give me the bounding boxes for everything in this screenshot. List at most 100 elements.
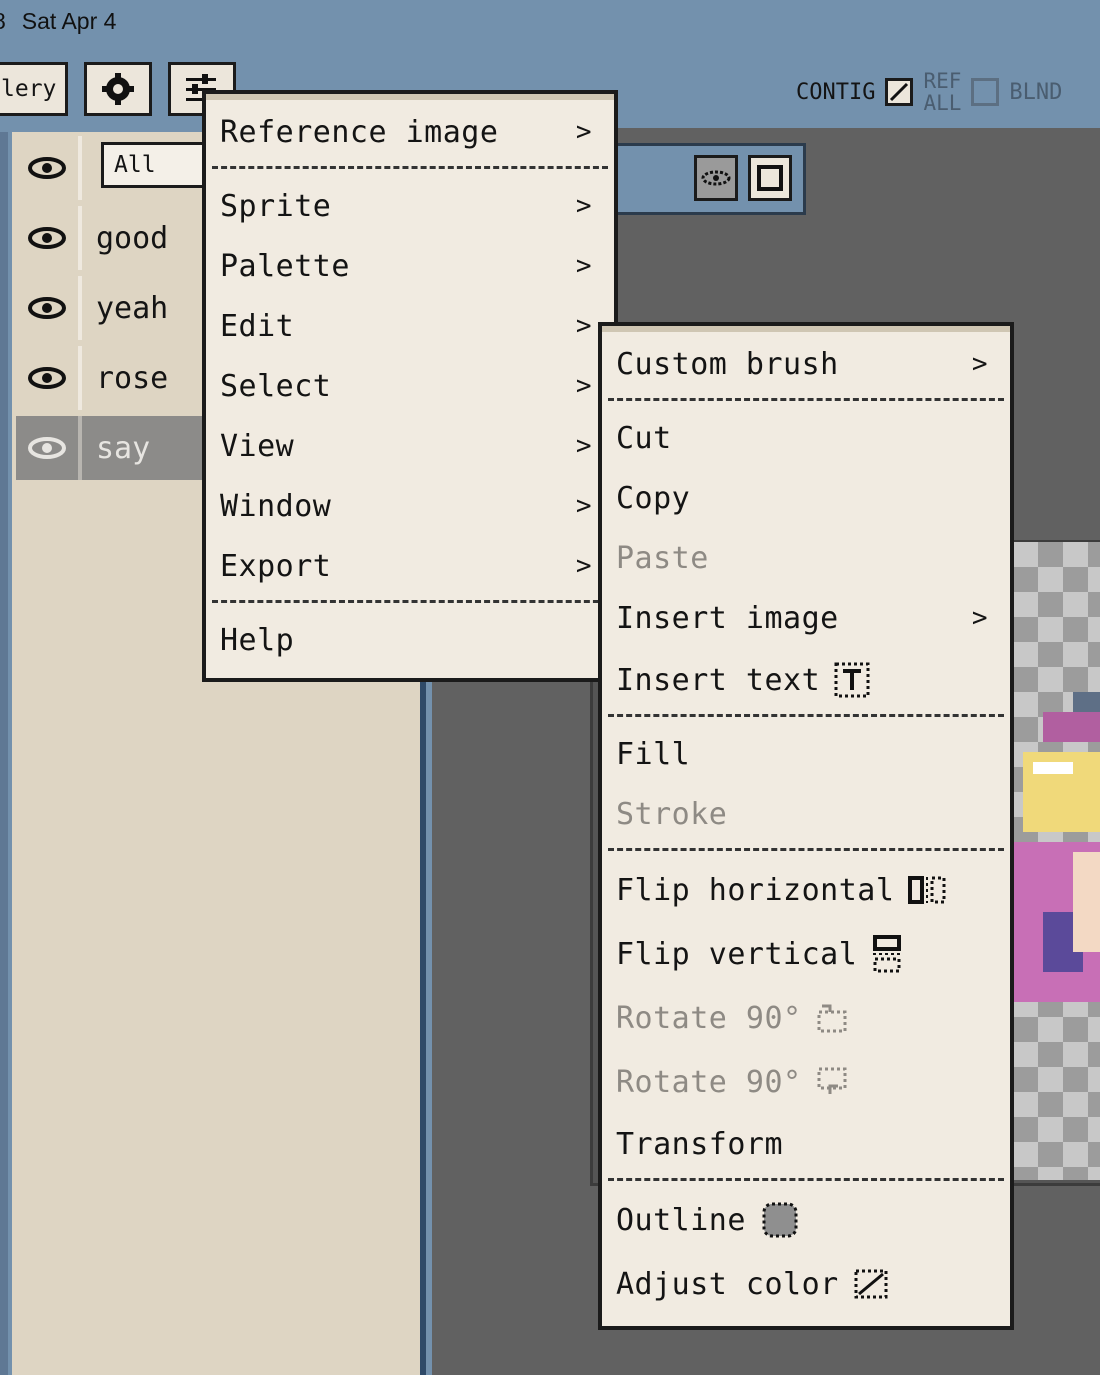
sprite-canvas[interactable] bbox=[1013, 542, 1100, 1180]
menu-item-label: Transform bbox=[616, 1126, 784, 1162]
chevron-right-icon: > bbox=[575, 251, 592, 281]
chevron-right-icon: > bbox=[971, 349, 988, 379]
ref-label: REF bbox=[923, 69, 962, 93]
menu-item-label: Export bbox=[220, 548, 332, 584]
menu-item-label: Select bbox=[220, 368, 332, 404]
menu-item-transform[interactable]: Transform bbox=[616, 1116, 996, 1172]
rotate-cw-icon bbox=[816, 1066, 848, 1098]
menu-item-label: Adjust color bbox=[616, 1266, 839, 1302]
menu-item-label: Insert text bbox=[616, 662, 821, 698]
layer-name: yeah bbox=[96, 290, 169, 326]
menu-item-cut[interactable]: Cut bbox=[616, 410, 996, 466]
adjust-color-icon bbox=[853, 1268, 889, 1300]
outline-icon bbox=[760, 1200, 800, 1240]
menu-item-rotate-cw: Rotate 90° bbox=[616, 1054, 996, 1110]
eye-icon[interactable] bbox=[16, 276, 82, 340]
eye-icon[interactable] bbox=[16, 206, 82, 270]
contig-checkbox[interactable] bbox=[885, 78, 914, 106]
chevron-right-icon: > bbox=[575, 117, 592, 147]
frame-toggle-button[interactable] bbox=[748, 155, 792, 201]
chevron-right-icon: > bbox=[575, 551, 592, 581]
menu-separator bbox=[608, 714, 1004, 717]
sprite-art-icon bbox=[1013, 692, 1100, 1002]
layer-row-rose[interactable]: rose bbox=[16, 346, 216, 410]
layer-row-yeah[interactable]: yeah bbox=[16, 276, 216, 340]
eye-icon[interactable] bbox=[16, 416, 82, 480]
menu-item-sprite[interactable]: Sprite > bbox=[220, 178, 600, 234]
edit-submenu: Custom brush > Cut Copy Paste Insert imag… bbox=[598, 322, 1014, 1330]
text-icon bbox=[834, 662, 870, 698]
menu-separator bbox=[608, 398, 1004, 401]
menu-item-help[interactable]: Help bbox=[220, 612, 600, 668]
square-icon bbox=[757, 165, 783, 191]
chevron-right-icon: > bbox=[575, 191, 592, 221]
chevron-right-icon: > bbox=[575, 311, 592, 341]
menu-separator bbox=[608, 1178, 1004, 1181]
menu-item-label: Flip horizontal bbox=[616, 872, 895, 908]
menu-separator bbox=[608, 848, 1004, 851]
menu-item-select[interactable]: Select > bbox=[220, 358, 600, 414]
menu-item-view[interactable]: View > bbox=[220, 418, 600, 474]
layer-name: say bbox=[96, 430, 151, 466]
menu-item-label: Rotate 90° bbox=[616, 1064, 802, 1100]
menu-item-label: Flip vertical bbox=[616, 936, 858, 972]
menu-item-window[interactable]: Window > bbox=[220, 478, 600, 534]
menu-item-label: Palette bbox=[220, 248, 350, 284]
preview-toolbar bbox=[612, 143, 806, 215]
contig-label: CONTIG bbox=[796, 79, 876, 105]
menu-item-outline[interactable]: Outline bbox=[616, 1192, 996, 1248]
menu-item-label: Fill bbox=[616, 736, 691, 772]
ref-all-checkbox[interactable] bbox=[971, 78, 1000, 106]
menu-item-adjust-color[interactable]: Adjust color bbox=[616, 1256, 996, 1312]
menu-item-fill[interactable]: Fill bbox=[616, 726, 996, 782]
menu-item-label: Paste bbox=[616, 540, 709, 576]
menu-item-label: Rotate 90° bbox=[616, 1000, 802, 1036]
chevron-right-icon: > bbox=[575, 491, 592, 521]
blnd-label: BLND bbox=[1009, 79, 1063, 105]
menu-item-custom-brush[interactable]: Custom brush > bbox=[616, 336, 996, 392]
settings-gear-button[interactable] bbox=[84, 62, 152, 116]
flip-horizontal-icon bbox=[908, 875, 946, 905]
menu-item-label: Sprite bbox=[220, 188, 332, 224]
menu-item-label: Custom brush bbox=[616, 346, 839, 382]
menu-item-export[interactable]: Export > bbox=[220, 538, 600, 594]
menu-separator bbox=[212, 166, 608, 169]
menu-item-label: Edit bbox=[220, 308, 295, 344]
status-date: Sat Apr 4 bbox=[21, 8, 117, 34]
menu-item-label: Window bbox=[220, 488, 332, 524]
menu-item-label: Outline bbox=[616, 1202, 746, 1238]
menu-item-flip-horizontal[interactable]: Flip horizontal bbox=[616, 862, 996, 918]
chevron-right-icon: > bbox=[971, 603, 988, 633]
left-rail bbox=[0, 132, 8, 1375]
status-bar: 8 Sat Apr 4 bbox=[0, 8, 116, 35]
eye-icon[interactable] bbox=[16, 346, 82, 410]
layer-row-good[interactable]: good bbox=[16, 206, 216, 270]
onion-skin-icon bbox=[701, 170, 731, 186]
gear-icon bbox=[102, 73, 134, 105]
menu-item-insert-image[interactable]: Insert image > bbox=[616, 590, 996, 646]
menu-item-stroke: Stroke bbox=[616, 786, 996, 842]
eye-icon[interactable] bbox=[16, 136, 82, 200]
chevron-right-icon: > bbox=[575, 371, 592, 401]
layer-filter-value: All bbox=[114, 152, 156, 178]
menu-item-label: Reference image bbox=[220, 114, 499, 150]
menu-item-label: Help bbox=[220, 622, 295, 658]
gallery-button[interactable]: lery bbox=[0, 62, 68, 116]
layer-name: rose bbox=[96, 360, 169, 396]
layer-name: good bbox=[96, 220, 169, 256]
menu-item-copy[interactable]: Copy bbox=[616, 470, 996, 526]
menu-item-label: View bbox=[220, 428, 295, 464]
menu-item-label: Copy bbox=[616, 480, 691, 516]
menu-item-flip-vertical[interactable]: Flip vertical bbox=[616, 926, 996, 982]
layer-row-say[interactable]: say bbox=[16, 416, 216, 480]
menu-item-edit[interactable]: Edit > bbox=[220, 298, 600, 354]
menu-item-paste: Paste bbox=[616, 530, 996, 586]
check-icon bbox=[890, 82, 909, 102]
flip-vertical-icon bbox=[871, 935, 903, 973]
menu-item-label: Stroke bbox=[616, 796, 728, 832]
menu-item-reference-image[interactable]: Reference image > bbox=[220, 104, 600, 160]
menu-item-insert-text[interactable]: Insert text bbox=[616, 652, 996, 708]
menu-item-palette[interactable]: Palette > bbox=[220, 238, 600, 294]
onion-skin-button[interactable] bbox=[694, 155, 738, 201]
main-menu: Reference image > Sprite > Palette > Edit > … bbox=[202, 90, 618, 682]
